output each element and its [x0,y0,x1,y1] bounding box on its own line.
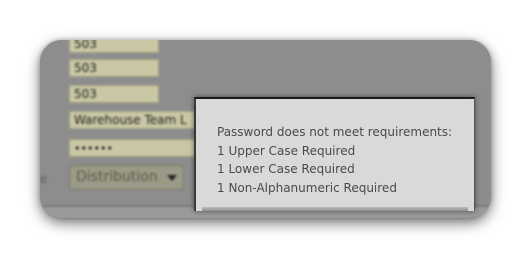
role-select-value: Distribution [76,169,158,185]
tooltip-title: Password does not meet requirements: [217,125,453,139]
text-field[interactable]: 503 [69,40,159,53]
field-label: e [40,172,48,186]
requirement-item: 1 Upper Case Required [217,143,356,158]
role-select[interactable]: Distribution [69,165,184,190]
team-name-field[interactable]: Warehouse Team L [69,111,205,129]
text-field[interactable]: 503 [69,85,159,103]
chevron-down-icon [167,175,177,181]
tooltip-content: Password does not meet requirements: 1 U… [217,123,452,197]
password-field[interactable]: •••••• [69,139,199,157]
text-field[interactable]: 503 [69,59,159,77]
password-requirements-tooltip: Password does not meet requirements: 1 U… [194,97,475,211]
requirement-item: 1 Lower Case Required [217,162,355,176]
screenshot-frame: 503 503 503 Warehouse Team L •••••• e Di… [40,40,491,218]
requirement-item: 1 Non-Alphanumeric Required [217,180,397,195]
tooltip-bottom-edge [202,207,468,211]
